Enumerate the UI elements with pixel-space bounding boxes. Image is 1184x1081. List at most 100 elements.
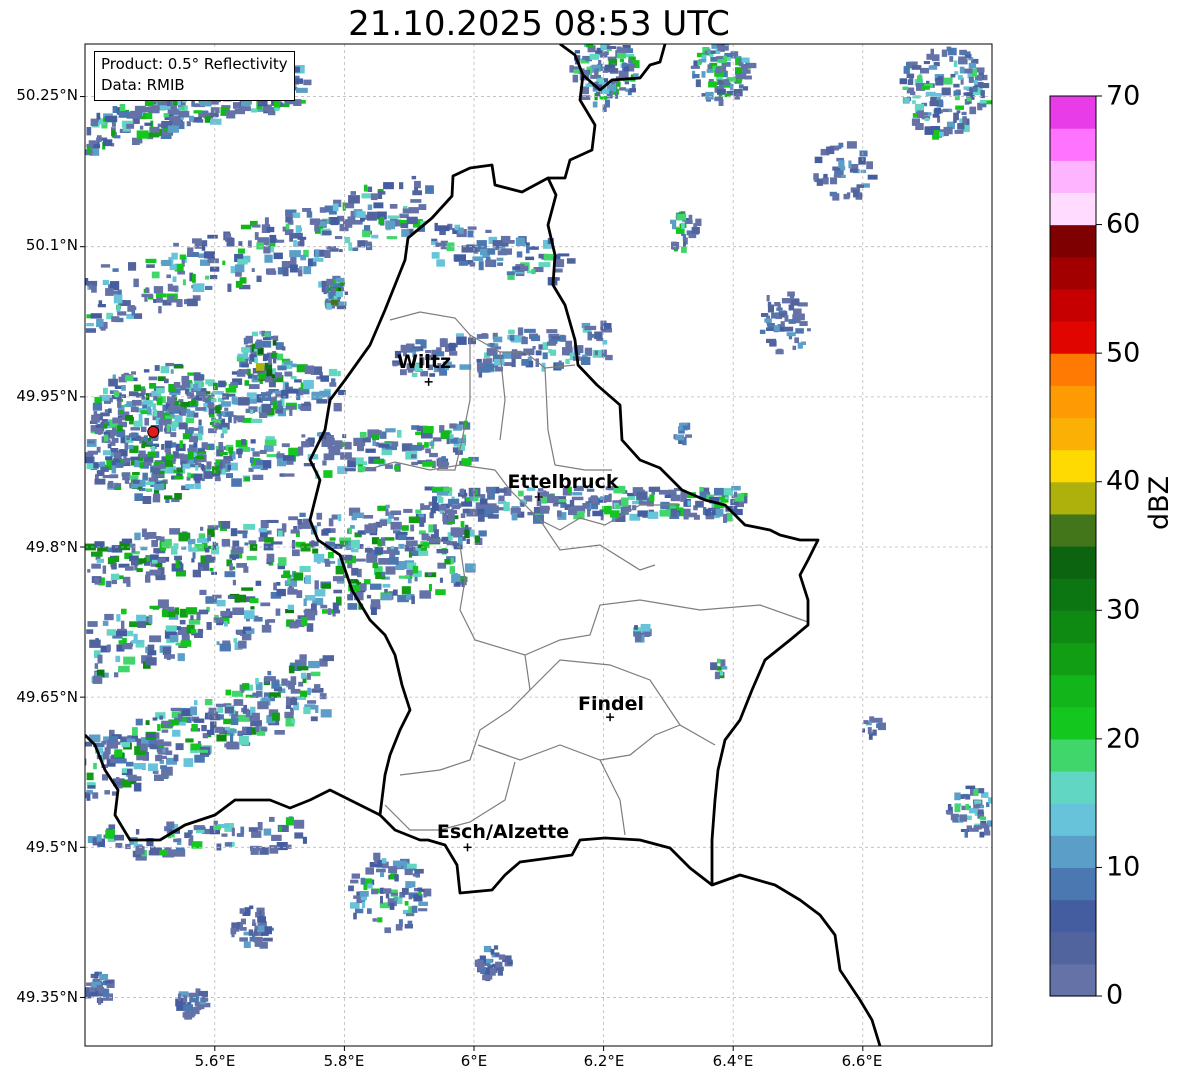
radar-echo xyxy=(411,881,416,888)
radar-echo xyxy=(838,142,844,148)
radar-echo xyxy=(116,777,120,782)
radar-echo xyxy=(96,834,102,842)
radar-echo xyxy=(174,555,182,561)
radar-echo xyxy=(144,106,154,113)
radar-echo xyxy=(142,400,150,405)
radar-echo xyxy=(154,365,160,371)
radar-echo xyxy=(574,50,580,54)
lat-label-49.65: 49.65°N xyxy=(16,688,78,706)
lon-label-5.6: 5.6°E xyxy=(194,1052,236,1070)
radar-echo xyxy=(442,512,448,522)
radar-echo xyxy=(807,328,811,332)
radar-echo xyxy=(715,66,722,74)
radar-echo xyxy=(261,403,272,413)
radar-echo xyxy=(289,250,301,258)
radar-echo xyxy=(969,827,979,832)
radar-echo xyxy=(299,266,303,271)
radar-echo xyxy=(122,472,131,481)
radar-echo xyxy=(303,266,312,275)
radar-echo xyxy=(201,240,208,247)
radar-echo xyxy=(219,451,228,456)
radar-echo xyxy=(138,413,143,422)
radar-echo xyxy=(314,684,321,691)
radar-echo xyxy=(199,589,207,595)
radar-echo xyxy=(229,563,233,571)
radar-echo xyxy=(276,842,288,851)
radar-echo xyxy=(224,842,232,847)
radar-echo xyxy=(328,518,334,527)
radar-echo xyxy=(250,447,255,452)
radar-echo xyxy=(531,268,536,275)
radar-echo xyxy=(707,48,711,55)
radar-echo xyxy=(348,195,360,204)
radar-echo xyxy=(193,718,205,723)
radar-echo xyxy=(525,256,535,261)
radar-echo xyxy=(132,139,143,144)
colorbar-segment xyxy=(1050,288,1096,322)
radar-echo xyxy=(509,334,515,341)
radar-echo xyxy=(451,504,460,510)
radar-echo xyxy=(480,969,486,974)
radar-echo xyxy=(242,683,250,690)
radar-echo xyxy=(460,513,466,518)
radar-echo xyxy=(220,714,224,720)
radar-echo xyxy=(215,542,219,546)
radar-echo xyxy=(368,523,378,528)
radar-echo xyxy=(145,481,155,485)
radar-echo xyxy=(180,106,185,111)
radar-echo xyxy=(136,568,143,573)
radar-echo xyxy=(250,418,263,423)
city-label-findel: Findel xyxy=(577,693,645,715)
radar-echo xyxy=(163,113,169,118)
colorbar-segment xyxy=(1050,256,1096,290)
radar-echo xyxy=(364,547,373,553)
radar-echo xyxy=(257,925,265,933)
radar-echo xyxy=(488,487,492,497)
radar-echo xyxy=(721,666,728,670)
radar-echo xyxy=(485,229,492,233)
radar-echo xyxy=(394,896,398,901)
radar-echo xyxy=(80,749,84,756)
radar-echo xyxy=(113,391,120,397)
radar-echo xyxy=(427,572,432,576)
radar-echo xyxy=(201,442,208,450)
radar-echo xyxy=(252,465,263,469)
radar-echo xyxy=(160,366,169,374)
radar-echo xyxy=(411,461,418,466)
radar-echo xyxy=(232,579,236,586)
radar-echo xyxy=(968,76,974,83)
radar-echo xyxy=(517,327,524,336)
radar-echo xyxy=(705,91,714,100)
radar-echo xyxy=(244,380,250,386)
radar-echo xyxy=(332,203,339,212)
radar-echo xyxy=(930,126,941,130)
radar-echo xyxy=(169,528,181,535)
radar-echo xyxy=(166,274,171,279)
radar-echo xyxy=(391,892,398,896)
radar-echo xyxy=(118,110,130,118)
radar-echo xyxy=(557,510,562,517)
radar-echo xyxy=(259,449,267,454)
radar-echo xyxy=(283,455,295,461)
radar-echo xyxy=(205,285,213,290)
radar-echo xyxy=(283,570,291,576)
radar-echo xyxy=(196,119,204,123)
radar-echo xyxy=(516,251,523,258)
radar-echo xyxy=(233,415,237,424)
radar-echo xyxy=(498,488,507,493)
radar-echo xyxy=(911,65,922,70)
radar-echo xyxy=(988,797,992,804)
radar-echo xyxy=(389,204,398,209)
radar-echo xyxy=(432,437,442,442)
radar-echo xyxy=(101,740,106,745)
radar-echo xyxy=(323,470,333,478)
radar-echo xyxy=(269,845,279,854)
radar-echo xyxy=(300,672,307,679)
radar-echo xyxy=(774,325,780,332)
radar-echo xyxy=(932,113,940,118)
radar-echo xyxy=(312,257,324,262)
radar-echo xyxy=(535,350,542,356)
radar-echo xyxy=(244,542,249,546)
radar-echo xyxy=(681,222,685,229)
radar-echo xyxy=(327,608,332,615)
